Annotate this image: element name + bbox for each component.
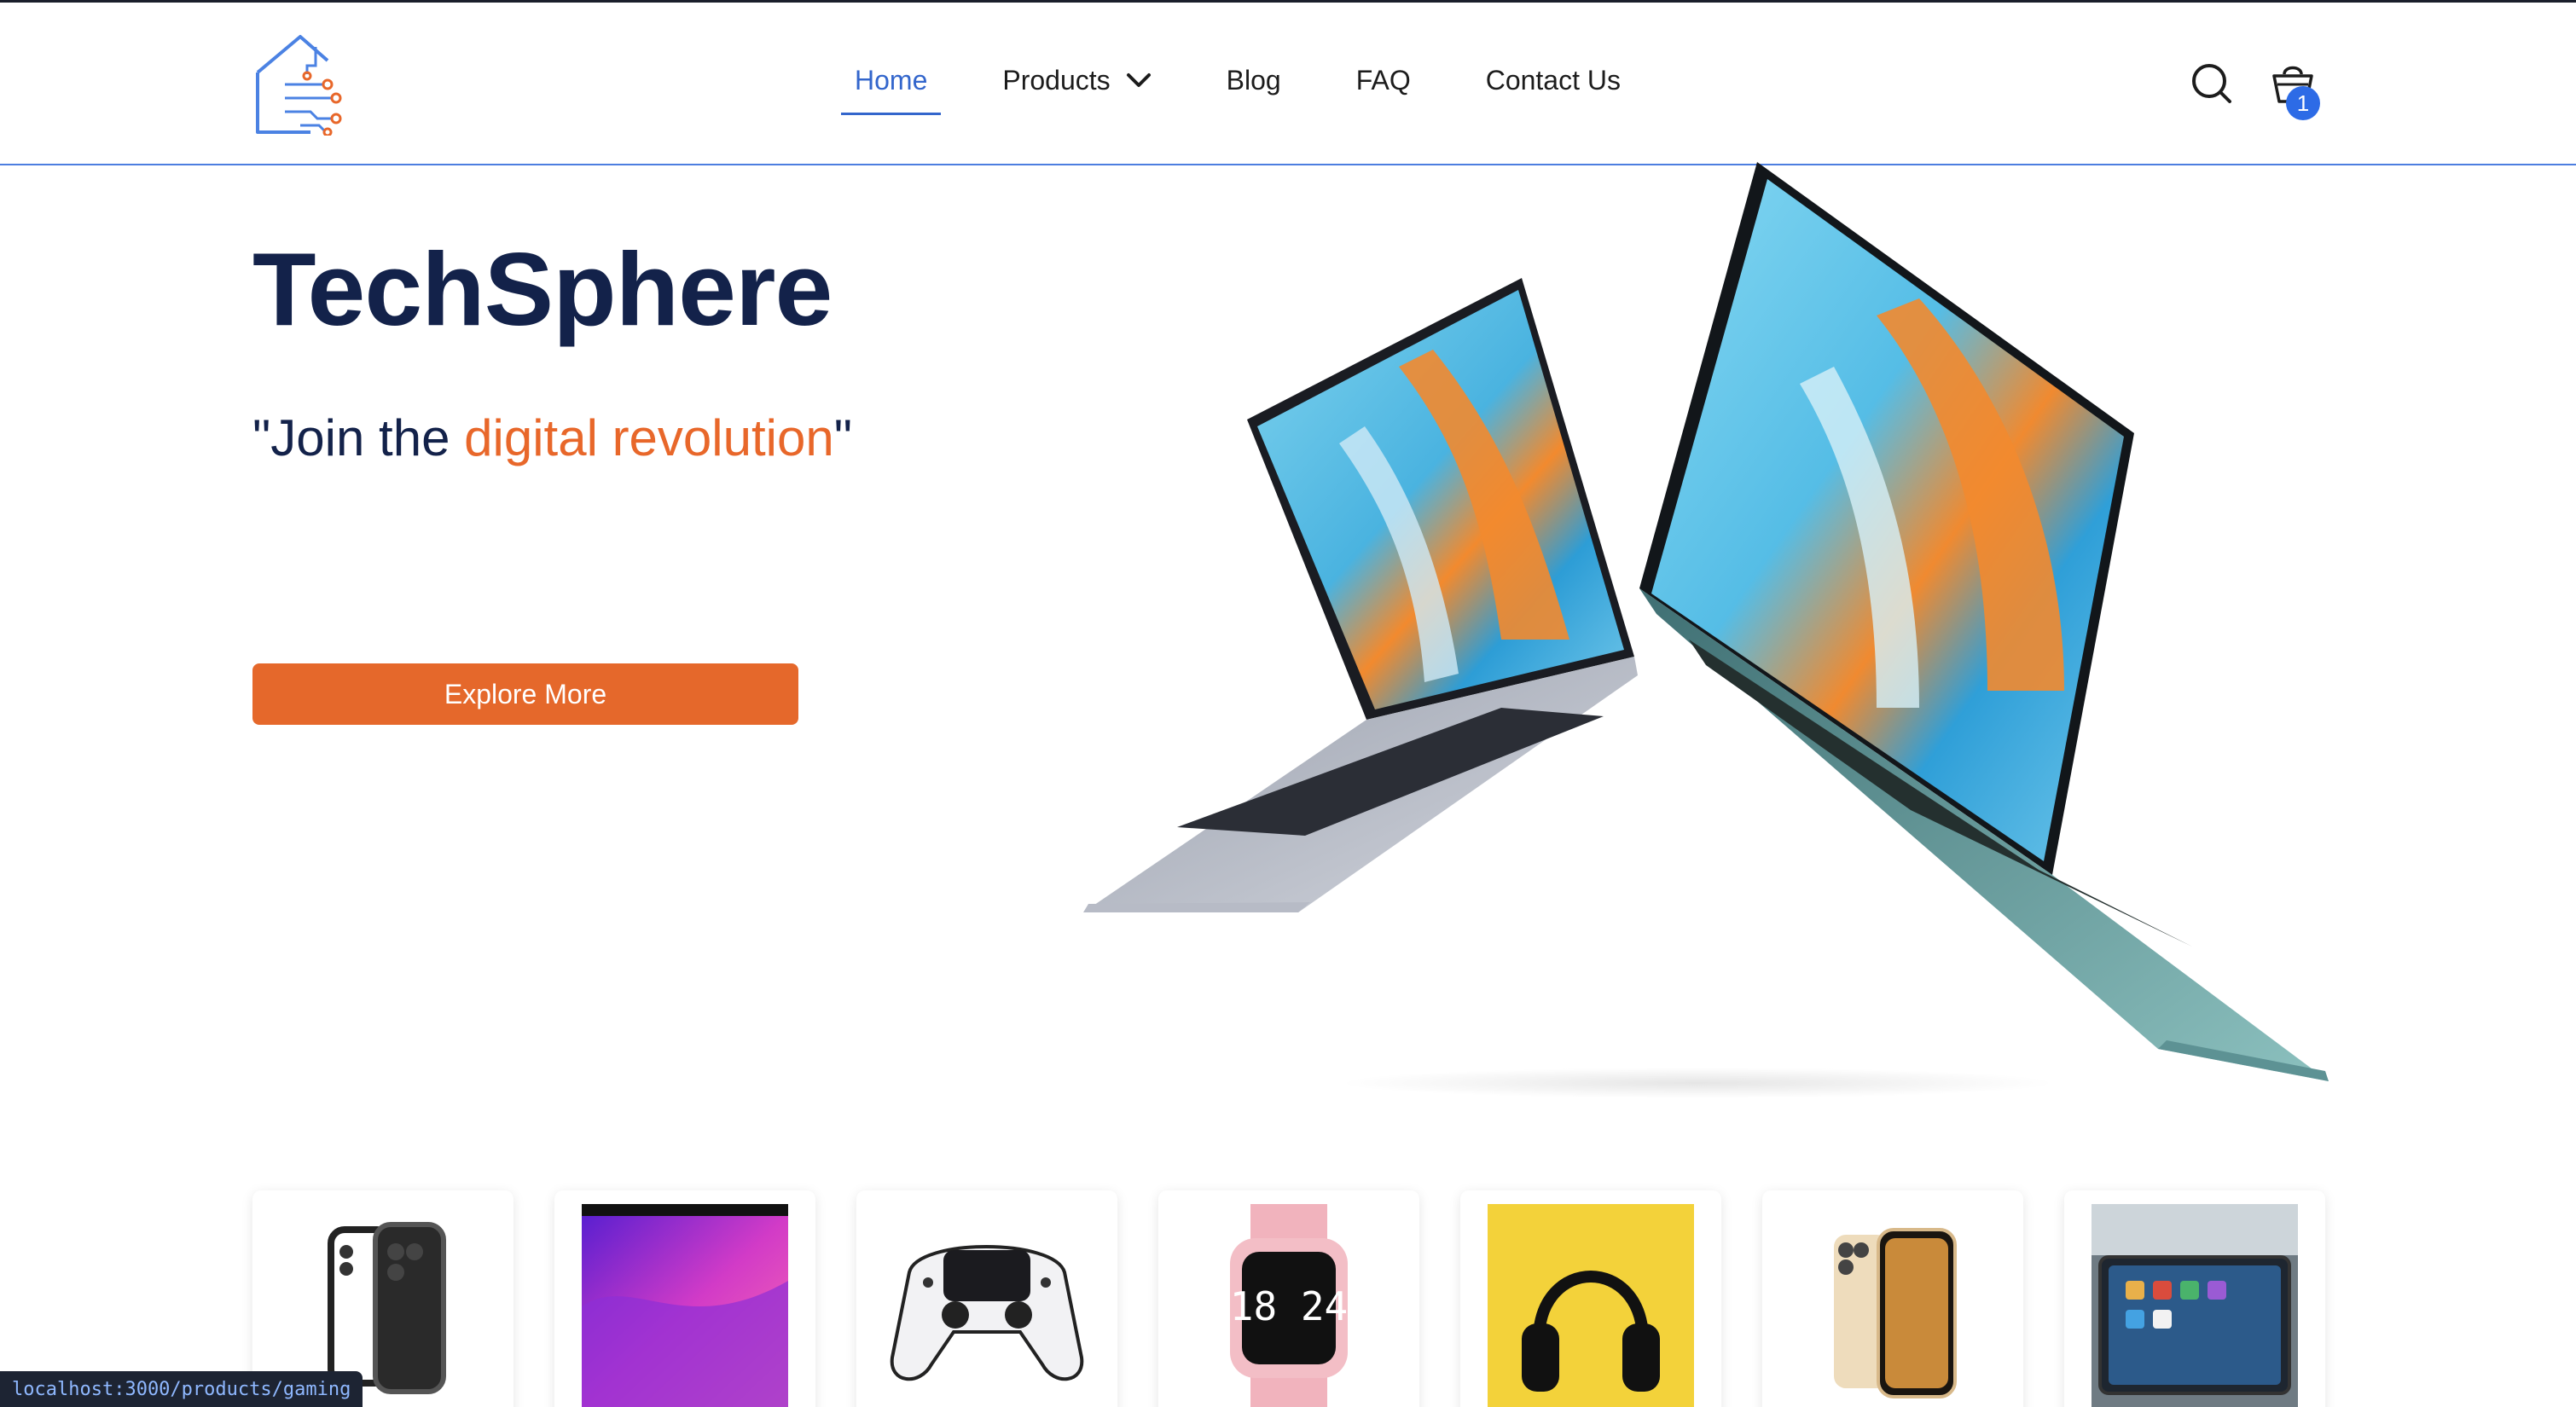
nav-blog-label: Blog (1226, 64, 1281, 96)
hero-title: TechSphere (252, 231, 833, 347)
main-nav: Home Products Blog FAQ Contact Us (840, 42, 1696, 119)
product-card[interactable] (856, 1190, 1117, 1407)
tablet-image (2092, 1204, 2298, 1407)
gold-iphone-image (1790, 1204, 1996, 1407)
pink-smartwatch-image: 18 24 (1186, 1204, 1392, 1407)
search-icon[interactable] (2190, 62, 2233, 105)
nav-home-link[interactable]: Home (840, 42, 942, 119)
site-header: Home Products Blog FAQ Contact Us 1 (0, 3, 2576, 165)
product-card[interactable] (554, 1190, 815, 1407)
nav-products-label: Products (1002, 64, 1111, 96)
page: Home Products Blog FAQ Contact Us 1 Tech… (0, 0, 2576, 1407)
floating-laptops-image (1083, 162, 2329, 1098)
cart-count-badge: 1 (2286, 86, 2320, 120)
nav-blog-link[interactable]: Blog (1227, 42, 1281, 119)
hero-tagline: "Join the digital revolution" (252, 413, 852, 464)
product-card[interactable] (2064, 1190, 2325, 1407)
nav-contact-label: Contact Us (1485, 64, 1621, 96)
product-card-row: 18 24 (252, 1190, 2327, 1407)
nav-contact-link[interactable]: Contact Us (1486, 42, 1621, 119)
svg-text:18 24: 18 24 (1230, 1283, 1348, 1329)
chevron-down-icon (1126, 73, 1151, 87)
tagline-end: " (833, 409, 853, 466)
product-card[interactable]: 18 24 (1158, 1190, 1419, 1407)
nav-home-label: Home (855, 64, 928, 96)
explore-more-button[interactable]: Explore More (252, 663, 798, 725)
circuit-house-logo-icon[interactable] (251, 32, 351, 136)
product-card[interactable] (1762, 1190, 2023, 1407)
headphones-image (1488, 1204, 1694, 1407)
nav-products-dropdown[interactable]: Products (1002, 42, 1151, 119)
tagline-accent: digital revolution (464, 409, 834, 466)
product-card[interactable] (1460, 1190, 1721, 1407)
nav-faq-label: FAQ (1355, 64, 1411, 96)
gamepad-controller-image (884, 1204, 1090, 1407)
tagline-start: "Join the (252, 409, 465, 466)
link-preview-status-bar: localhost:3000/products/gaming (0, 1371, 363, 1407)
nav-faq-link[interactable]: FAQ (1356, 42, 1411, 119)
macbook-image (582, 1204, 788, 1407)
